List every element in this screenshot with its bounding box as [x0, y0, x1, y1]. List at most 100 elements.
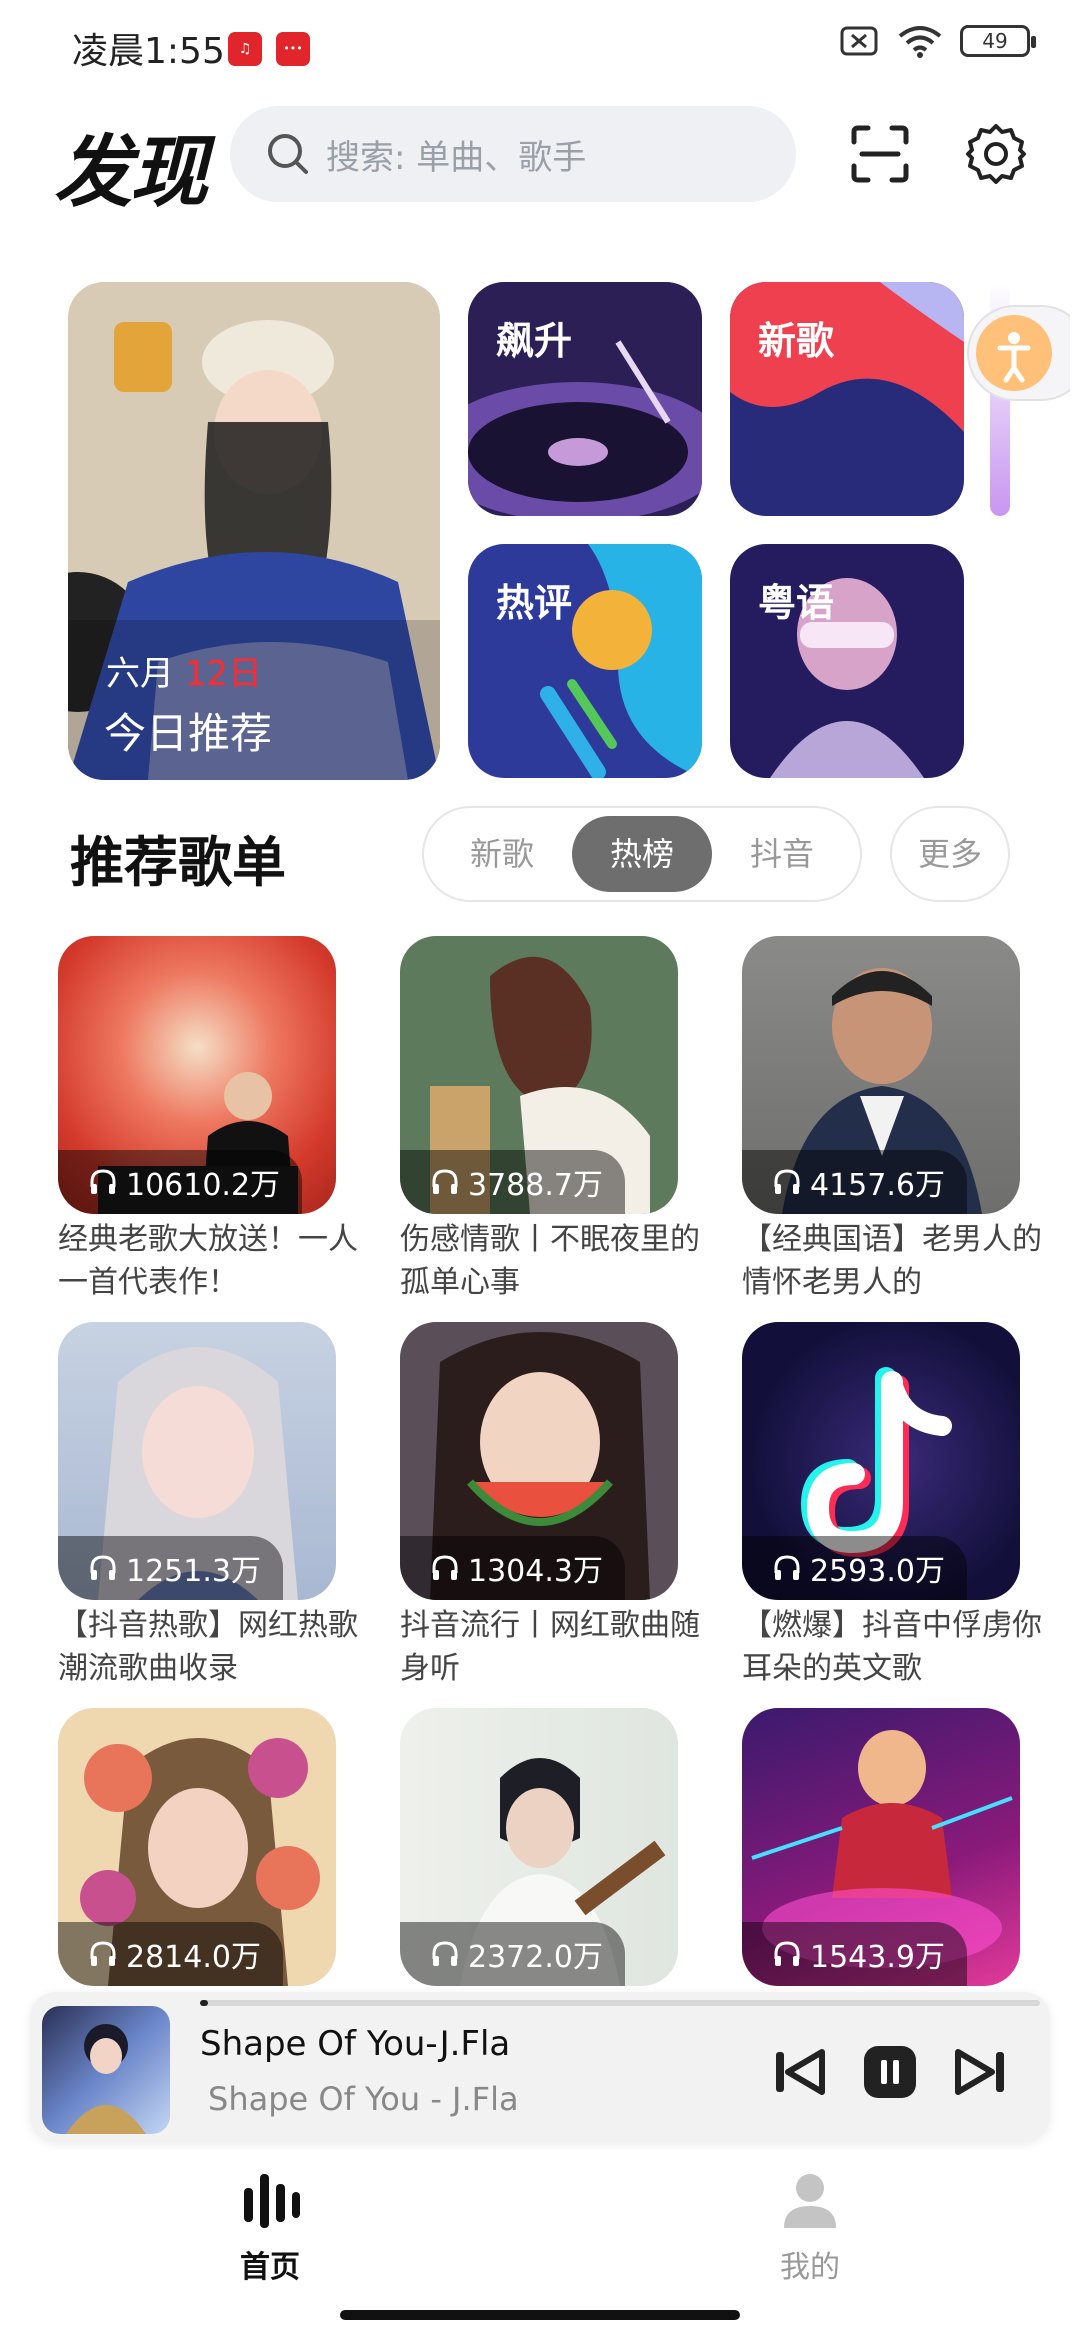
playlist-title: 抖音流行丨网红歌曲随身听 [400, 1608, 700, 1686]
today-day: 12日 [184, 654, 263, 694]
more-button[interactable]: 更多 [890, 806, 1010, 902]
play-count: 3788.7万 [468, 1168, 603, 1203]
playlist-cover: 1251.3万 [58, 1322, 336, 1600]
music-app-notification-icon: ♫ [228, 32, 262, 66]
rising-chart-label: 飙升 [496, 319, 573, 363]
play-count: 1251.3万 [126, 1554, 261, 1589]
playlist-cover: 2593.0万 [742, 1322, 1020, 1600]
pause-icon[interactable] [860, 2042, 920, 2102]
accessibility-float-icon[interactable] [960, 298, 1070, 408]
playlist-title: 伤感情歌丨不眠夜里的孤单心事 [400, 1222, 700, 1300]
status-bar: 凌晨1:55 ♫ ••• 49 [0, 0, 1080, 90]
nav-mine[interactable]: 我的 [730, 2170, 890, 2286]
playlist-item[interactable]: 1304.3万 抖音流行丨网红歌曲随身听 [400, 1322, 700, 1690]
playlist-item[interactable]: 1543.9万 [742, 1708, 1020, 1986]
album-art-image [66, 2024, 146, 2134]
play-count: 2814.0万 [126, 1940, 261, 1975]
scan-icon[interactable] [848, 122, 912, 186]
search-icon [268, 134, 308, 174]
home-indicator[interactable] [340, 2310, 740, 2320]
play-count-badge: 2814.0万 [58, 1922, 283, 1986]
play-count: 10610.2万 [126, 1168, 281, 1203]
tab-douyin[interactable]: 抖音 [712, 816, 852, 892]
playlist-cover: 2814.0万 [58, 1708, 336, 1986]
search-placeholder: 搜索: 单曲、歌手 [326, 137, 587, 178]
page-title: 发现 [54, 128, 208, 218]
playlist-title: 经典老歌大放送！一人一首代表作！ [58, 1222, 358, 1300]
headphones-icon [432, 1169, 458, 1194]
playlist-cover: 4157.6万 [742, 936, 1020, 1214]
hot-comments-card[interactable]: 热评 [468, 544, 702, 778]
xiaohongshu-notification-icon: ••• [276, 32, 310, 66]
user-profile-icon [784, 2174, 836, 2228]
today-recommend-card[interactable]: 六月 12日 今日推荐 [68, 282, 440, 780]
cantonese-card[interactable]: 粤语 [730, 544, 964, 778]
playlist-title: 【经典国语】老男人的情怀老男人的 [742, 1222, 1042, 1300]
playlist-item[interactable]: 4157.6万 【经典国语】老男人的情怀老男人的 [742, 936, 1042, 1304]
headphones-icon [774, 1941, 800, 1966]
playlist-cover: 10610.2万 [58, 936, 336, 1214]
playlist-title: 【抖音热歌】网红热歌潮流歌曲收录 [58, 1608, 358, 1686]
home-bars-icon [244, 2174, 300, 2228]
tab-hot-list[interactable]: 热榜 [572, 816, 712, 892]
headphones-icon [90, 1941, 116, 1966]
playlist-title: 【燃爆】抖音中俘虏你耳朵的英文歌 [742, 1608, 1042, 1686]
playlist-item[interactable]: 1251.3万 【抖音热歌】网红热歌潮流歌曲收录 [58, 1322, 358, 1690]
recommended-playlists-title: 推荐歌单 [70, 831, 286, 894]
playlist-item[interactable]: 2814.0万 [58, 1708, 336, 1986]
nav-mine-label: 我的 [780, 2250, 840, 2285]
playlist-cover: 1304.3万 [400, 1322, 678, 1600]
cantonese-label: 粤语 [758, 581, 835, 625]
new-songs-label: 新歌 [758, 319, 835, 363]
search-input[interactable]: 搜索: 单曲、歌手 [230, 106, 796, 202]
playlist-item[interactable]: 2593.0万 【燃爆】抖音中俘虏你耳朵的英文歌 [742, 1322, 1042, 1690]
play-count: 4157.6万 [810, 1168, 945, 1203]
play-count-badge: 1251.3万 [58, 1536, 283, 1600]
rising-chart-card[interactable]: 飙升 [468, 282, 702, 516]
playlist-item[interactable]: 2372.0万 [400, 1708, 678, 1986]
hot-comments-label: 热评 [496, 581, 573, 625]
headphones-icon [432, 1941, 458, 1966]
play-count: 2593.0万 [810, 1554, 945, 1589]
headphones-icon [90, 1169, 116, 1194]
playlist-cover: 3788.7万 [400, 936, 678, 1214]
now-playing-subtitle: Shape Of You - J.Fla [208, 2080, 519, 2118]
headphones-icon [774, 1555, 800, 1580]
today-month: 六月 [106, 654, 185, 694]
today-date: 六月 12日 [106, 646, 262, 695]
no-sim-icon [840, 26, 878, 56]
playlist-item[interactable]: 3788.7万 伤感情歌丨不眠夜里的孤单心事 [400, 936, 700, 1304]
playlist-tab-group: 新歌 热榜 抖音 [422, 806, 862, 902]
playlist-cover: 2372.0万 [400, 1708, 678, 1986]
mini-player[interactable]: Shape Of You-J.Fla Shape Of You - J.Fla [30, 1992, 1050, 2142]
battery-indicator: 49 [960, 25, 1036, 57]
playlist-cover: 1543.9万 [742, 1708, 1020, 1986]
play-count-badge: 1543.9万 [742, 1922, 967, 1986]
play-count-badge: 2372.0万 [400, 1922, 625, 1986]
headphones-icon [90, 1555, 116, 1580]
play-count-badge: 4157.6万 [742, 1150, 967, 1214]
play-count-badge: 10610.2万 [58, 1150, 303, 1214]
tab-new-songs[interactable]: 新歌 [432, 816, 572, 892]
new-songs-card[interactable]: 新歌 [730, 282, 964, 516]
header: 发现 搜索: 单曲、歌手 [0, 96, 1080, 218]
play-count-badge: 2593.0万 [742, 1536, 967, 1600]
next-track-icon[interactable] [950, 2042, 1010, 2102]
playback-progress-fill [200, 2000, 209, 2006]
wifi-icon [898, 26, 942, 58]
headphones-icon [432, 1555, 458, 1580]
playlist-item[interactable]: 10610.2万 经典老歌大放送！一人一首代表作！ [58, 936, 358, 1304]
headphones-icon [774, 1169, 800, 1194]
play-count-badge: 1304.3万 [400, 1536, 625, 1600]
previous-track-icon[interactable] [770, 2042, 830, 2102]
play-count: 2372.0万 [468, 1940, 603, 1975]
now-playing-cover[interactable] [42, 2006, 170, 2134]
playback-progress-bar[interactable] [200, 2000, 1040, 2006]
nav-home-label: 首页 [240, 2250, 300, 2285]
today-recommend-label: 今日推荐 [104, 709, 273, 758]
play-count-badge: 3788.7万 [400, 1150, 625, 1214]
play-count: 1543.9万 [810, 1940, 945, 1975]
nav-home[interactable]: 首页 [190, 2170, 350, 2286]
now-playing-title: Shape Of You-J.Fla [200, 2024, 511, 2064]
settings-gear-icon[interactable] [964, 122, 1028, 186]
